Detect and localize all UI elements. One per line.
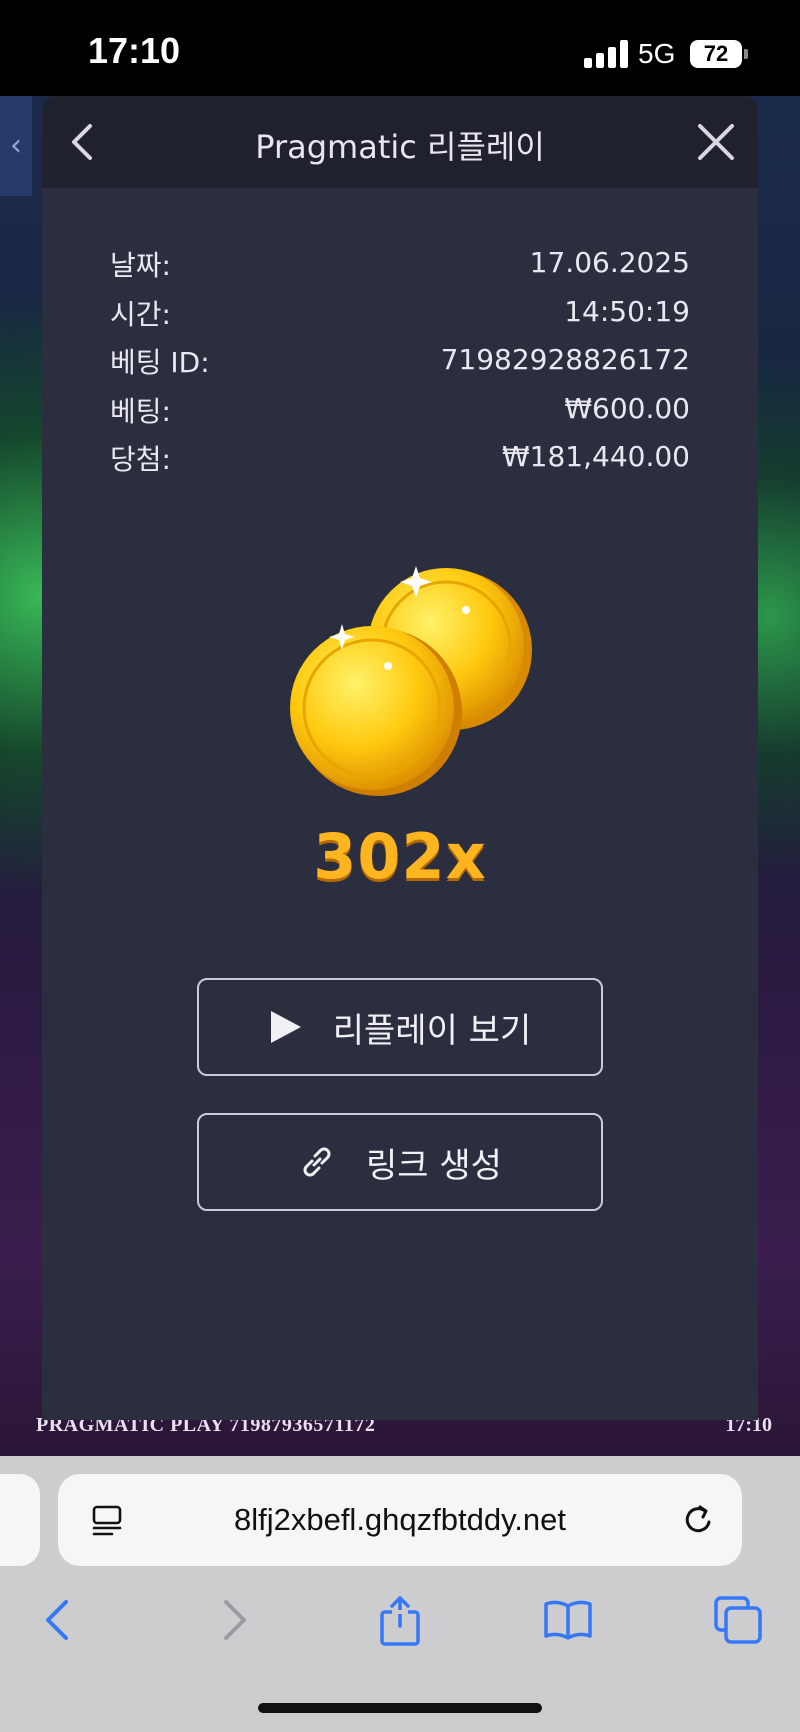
battery-tip — [744, 49, 748, 59]
create-link-button[interactable]: 링크 생성 — [197, 1113, 603, 1211]
navigation-toolbar — [0, 1584, 800, 1654]
bet-id-value: 71982928826172 — [440, 343, 690, 376]
create-link-label: 링크 생성 — [366, 1145, 502, 1186]
coins-icon — [290, 566, 532, 796]
time-value: 14:50:19 — [564, 294, 690, 328]
info-row-bet: 베팅: ₩600.00 — [110, 390, 690, 439]
date-value: 17.06.2025 — [529, 246, 690, 279]
win-value: ₩181,440.00 — [501, 440, 690, 473]
status-time: 17:10 — [88, 30, 181, 71]
bet-info: 날짜: 17.06.2025 시간: 14:50:19 베팅 ID: 71982… — [110, 244, 690, 487]
share-icon[interactable] — [374, 1594, 426, 1646]
watch-replay-button[interactable]: 리플레이 보기 — [197, 978, 603, 1076]
game-side-chevron-icon[interactable]: ‹ — [0, 96, 32, 196]
replay-modal: Pragmatic 리플레이 날짜: 17.06.2025 시간: 14:50:… — [42, 96, 758, 1420]
modal-header: Pragmatic 리플레이 — [42, 96, 758, 188]
link-icon — [303, 1147, 331, 1177]
play-icon — [270, 1011, 301, 1043]
browser-toolbar: 8lfj2xbefl.ghqzfbtddy.net — [0, 1456, 800, 1732]
win-multiplier: 302x — [313, 820, 487, 893]
bet-id-label: 베팅 ID: — [110, 346, 210, 379]
bet-label: 베팅: — [110, 394, 171, 428]
signal-icon — [584, 40, 628, 68]
modal-title: Pragmatic 리플레이 — [255, 128, 545, 166]
home-indicator — [258, 1703, 542, 1713]
address-bar[interactable]: 8lfj2xbefl.ghqzfbtddy.net — [58, 1474, 742, 1566]
tabs-icon[interactable] — [712, 1594, 764, 1646]
win-label: 당첨: — [110, 443, 171, 476]
info-row-date: 날짜: 17.06.2025 — [110, 244, 690, 293]
bookmarks-icon[interactable] — [542, 1594, 594, 1646]
time-label: 시간: — [110, 297, 171, 331]
close-icon — [698, 124, 734, 160]
info-row-bet-id: 베팅 ID: 71982928826172 — [110, 341, 690, 390]
reload-icon[interactable] — [678, 1500, 718, 1540]
url-text[interactable]: 8lfj2xbefl.ghqzfbtddy.net — [58, 1502, 742, 1538]
watch-replay-label: 리플레이 보기 — [332, 1010, 532, 1051]
back-arrow-icon[interactable] — [34, 1594, 86, 1646]
bet-value: ₩600.00 — [564, 391, 690, 425]
network-label: 5G — [638, 38, 676, 69]
status-bar: 17:10 5G 72 — [0, 0, 800, 96]
info-row-win: 당첨: ₩181,440.00 — [110, 438, 690, 487]
forward-arrow-icon[interactable] — [206, 1594, 258, 1646]
previous-tab-peek[interactable] — [0, 1474, 40, 1566]
close-button[interactable] — [686, 112, 746, 172]
info-row-time: 시간: 14:50:19 — [110, 293, 690, 342]
date-label: 날짜: — [110, 249, 171, 282]
battery-icon: 72 — [690, 40, 742, 68]
